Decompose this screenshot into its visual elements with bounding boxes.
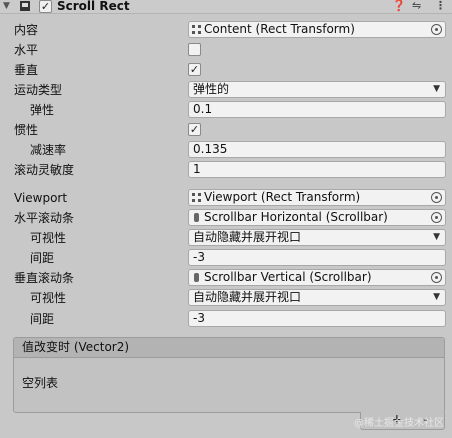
row-vertical-scrollbar: 垂直滚动条 Scrollbar Vertical (Scrollbar) [0,268,452,288]
deceleration-rate-label: 减速率 [30,143,67,157]
inertia-checkbox[interactable]: ✓ [188,123,201,136]
component-header: ▼ ✓ Scroll Rect ❓ ⇋ ⋮ [0,0,452,14]
v-spacing-label: 间距 [30,312,55,326]
scroll-sensitivity-label: 滚动灵敏度 [14,163,75,177]
content-value: Content (Rect Transform) [204,22,355,36]
row-deceleration-rate: 减速率 0.135 [0,140,452,160]
object-picker-icon[interactable] [431,192,442,203]
dropdown-arrow-icon: ▼ [433,232,440,242]
vertical-scrollbar-object-field[interactable]: Scrollbar Vertical (Scrollbar) [188,269,446,286]
object-picker-icon[interactable] [431,272,442,283]
row-h-spacing: 间距 -3 [0,248,452,268]
kebab-menu-icon[interactable]: ⋮ [435,0,446,13]
vertical-checkbox[interactable]: ✓ [188,63,201,76]
v-visibility-dropdown[interactable]: 自动隐藏并展开视口 ▼ [188,289,446,306]
v-visibility-value: 自动隐藏并展开视口 [193,290,302,304]
rect-transform-icon [192,193,201,202]
viewport-object-field[interactable]: Viewport (Rect Transform) [188,189,446,206]
viewport-value: Viewport (Rect Transform) [204,190,361,204]
row-h-visibility: 可视性 自动隐藏并展开视口 ▼ [0,228,452,248]
v-visibility-label: 可视性 [30,291,67,305]
on-value-changed-event: 值改变时 (Vector2) 空列表 [13,337,445,413]
movement-type-dropdown[interactable]: 弹性的 ▼ [188,81,446,98]
row-v-visibility: 可视性 自动隐藏并展开视口 ▼ [0,288,452,308]
row-elasticity: 弹性 0.1 [0,100,452,120]
viewport-label: Viewport [14,191,68,205]
vertical-label: 垂直 [14,63,39,77]
watermark: @稀土掘金技术社区 [354,418,444,429]
deceleration-rate-input[interactable]: 0.135 [188,141,446,158]
row-viewport: Viewport Viewport (Rect Transform) [0,188,452,208]
scrollbar-icon [194,273,199,282]
row-scroll-sensitivity: 滚动灵敏度 1 [0,160,452,180]
row-horizontal: 水平 [0,40,452,60]
horizontal-label: 水平 [14,43,39,57]
foldout-arrow-icon[interactable]: ▼ [3,1,10,11]
component-title: Scroll Rect [57,0,130,13]
event-title: 值改变时 (Vector2) [14,338,444,358]
scroll-sensitivity-input[interactable]: 1 [188,161,446,178]
horizontal-checkbox[interactable] [188,43,201,56]
horizontal-scrollbar-value: Scrollbar Horizontal (Scrollbar) [204,210,388,224]
dropdown-arrow-icon: ▼ [433,292,440,302]
horizontal-scrollbar-label: 水平滚动条 [14,211,75,225]
object-picker-icon[interactable] [431,24,442,35]
row-vertical: 垂直 ✓ [0,60,452,80]
movement-type-label: 运动类型 [14,83,63,97]
row-horizontal-scrollbar: 水平滚动条 Scrollbar Horizontal (Scrollbar) [0,208,452,228]
content-object-field[interactable]: Content (Rect Transform) [188,21,446,38]
row-content: 内容 Content (Rect Transform) [0,20,452,40]
content-label: 内容 [14,23,39,37]
h-visibility-dropdown[interactable]: 自动隐藏并展开视口 ▼ [188,229,446,246]
inertia-label: 惯性 [14,123,39,137]
vertical-scrollbar-label: 垂直滚动条 [14,271,75,285]
h-visibility-value: 自动隐藏并展开视口 [193,230,302,244]
rect-transform-icon [192,25,201,34]
help-icon[interactable]: ❓ [392,0,406,13]
object-picker-icon[interactable] [431,212,442,223]
component-enabled-checkbox[interactable]: ✓ [39,0,52,13]
movement-type-value: 弹性的 [193,82,230,96]
event-empty-list: 空列表 [22,376,59,390]
h-spacing-label: 间距 [30,251,55,265]
horizontal-scrollbar-object-field[interactable]: Scrollbar Horizontal (Scrollbar) [188,209,446,226]
row-v-spacing: 间距 -3 [0,309,452,329]
elasticity-input[interactable]: 0.1 [188,101,446,118]
preset-icon[interactable]: ⇋ [412,0,421,13]
vertical-scrollbar-value: Scrollbar Vertical (Scrollbar) [204,270,372,284]
row-movement-type: 运动类型 弹性的 ▼ [0,80,452,100]
h-spacing-input[interactable]: -3 [188,249,446,266]
h-visibility-label: 可视性 [30,231,67,245]
scroll-rect-icon [20,1,30,11]
row-inertia: 惯性 ✓ [0,120,452,140]
elasticity-label: 弹性 [30,103,55,117]
dropdown-arrow-icon: ▼ [433,84,440,94]
v-spacing-input[interactable]: -3 [188,310,446,327]
scrollbar-icon [194,213,199,222]
